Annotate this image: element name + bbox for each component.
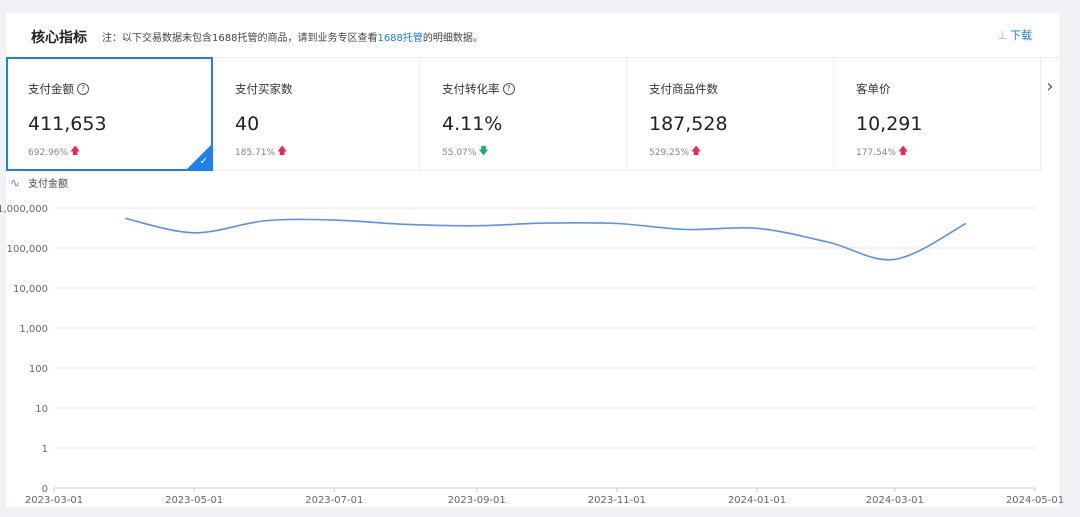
y-tick-label: 10 bbox=[35, 404, 48, 415]
x-tick-label: 2023-05-01 bbox=[165, 495, 223, 506]
x-tick-label: 2024-01-01 bbox=[728, 495, 786, 506]
y-tick-label: 1 bbox=[42, 444, 48, 455]
y-tick-label: 1,000 bbox=[19, 324, 48, 335]
series-line bbox=[125, 217, 967, 261]
x-tick-label: 2024-03-01 bbox=[866, 495, 924, 506]
x-tick-label: 2023-03-01 bbox=[25, 495, 83, 506]
line-chart: 0 1 10 100 1,000 10,000 100,000 1,000,000 2023-0… bbox=[0, 204, 1064, 506]
x-tick-label: 2023-11-01 bbox=[588, 495, 646, 506]
y-tick-label: 10,000 bbox=[13, 284, 48, 295]
x-tick-label: 2023-07-01 bbox=[305, 495, 363, 506]
y-tick-label: 1,000,000 bbox=[0, 204, 48, 215]
x-tick-label: 2024-05-01 bbox=[1006, 495, 1064, 506]
y-tick-label: 0 bbox=[42, 484, 48, 495]
x-tick-label: 2023-09-01 bbox=[448, 495, 506, 506]
y-tick-label: 100,000 bbox=[7, 244, 48, 255]
y-tick-label: 100 bbox=[29, 364, 48, 375]
